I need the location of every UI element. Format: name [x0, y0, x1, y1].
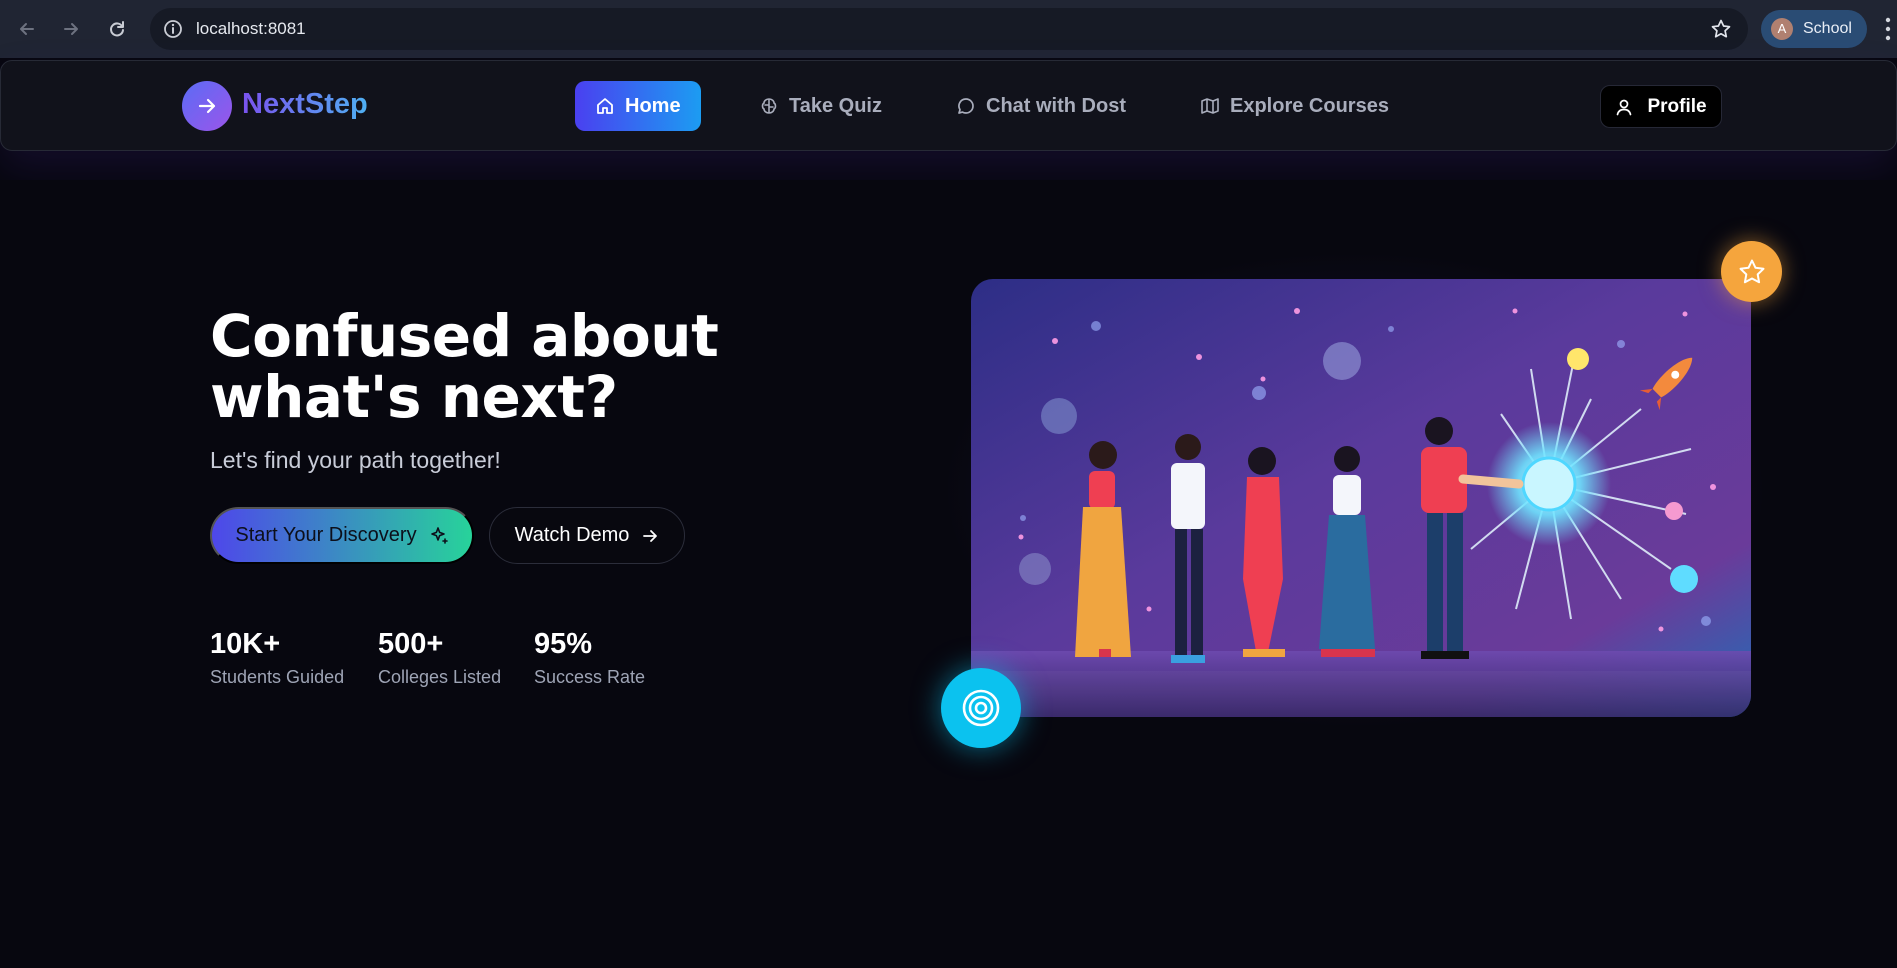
forward-button[interactable] — [56, 14, 86, 44]
stat-label: Colleges Listed — [378, 667, 502, 687]
profile-button[interactable]: Profile — [1600, 85, 1722, 128]
browser-profile-chip[interactable]: A School — [1761, 10, 1867, 48]
hero-title-line-2: what's next? — [210, 363, 618, 431]
nav-home[interactable]: Home — [575, 81, 701, 131]
arrow-right-icon — [643, 529, 658, 542]
site-navbar: NextStep Home Take Quiz Chat with Dost E… — [0, 60, 1897, 151]
nav-explore-courses[interactable]: Explore Courses — [1200, 81, 1389, 131]
stat-colleges-listed: 500+ Colleges Listed — [378, 628, 501, 688]
site-info-icon[interactable] — [162, 18, 184, 40]
hero-title-line-1: Confused about — [210, 302, 719, 370]
reload-button[interactable] — [102, 14, 132, 44]
nav-chat-with-dost-label: Chat with Dost — [986, 94, 1126, 117]
avatar: A — [1771, 18, 1793, 40]
students-career-illustration — [971, 279, 1751, 717]
stat-value: 10K+ — [210, 628, 281, 660]
target-icon — [962, 689, 1000, 727]
map-icon — [1201, 98, 1219, 114]
brain-icon — [761, 98, 777, 114]
kebab-menu-icon[interactable] — [1883, 16, 1893, 42]
stat-label: Success Rate — [534, 667, 646, 687]
nav-home-label: Home — [625, 94, 681, 117]
arrow-left-icon — [20, 23, 34, 35]
address-bar[interactable]: localhost:8081 — [150, 8, 1748, 50]
arrow-right-icon — [64, 23, 78, 35]
nav-chat-with-dost[interactable]: Chat with Dost — [956, 81, 1126, 131]
chat-bubble-icon — [958, 98, 974, 114]
nav-take-quiz[interactable]: Take Quiz — [759, 81, 882, 131]
target-badge — [941, 668, 1021, 748]
profile-button-label: Profile — [1647, 95, 1707, 117]
logo-text[interactable]: NextStep — [242, 88, 368, 121]
logo-mark[interactable] — [182, 81, 232, 131]
bookmark-star-icon[interactable] — [1710, 18, 1732, 40]
watch-demo-label: Watch Demo — [514, 524, 630, 546]
nav-take-quiz-label: Take Quiz — [789, 94, 882, 117]
start-discovery-label: Start Your Discovery — [235, 524, 417, 546]
stat-value: 95% — [534, 628, 593, 660]
back-button[interactable] — [12, 14, 42, 44]
user-icon — [1617, 99, 1632, 115]
hero-title: Confused about what's next? — [210, 306, 770, 428]
star-badge — [1721, 241, 1782, 302]
stat-success-rate: 95% Success Rate — [534, 628, 645, 688]
url-text[interactable]: localhost:8081 — [196, 19, 306, 39]
stat-label: Students Guided — [210, 667, 345, 687]
browser-toolbar: localhost:8081 A School — [0, 0, 1897, 58]
reload-icon — [110, 21, 124, 37]
watch-demo-button[interactable]: Watch Demo — [489, 507, 685, 564]
nav-explore-courses-label: Explore Courses — [1230, 94, 1389, 117]
stat-students-guided: 10K+ Students Guided — [210, 628, 344, 688]
sparkles-icon — [430, 526, 448, 544]
stat-value: 500+ — [378, 628, 444, 660]
profile-chip-label: School — [1803, 20, 1852, 37]
hero-subtitle: Let's find your path together! — [210, 447, 501, 473]
hero-illustration — [971, 279, 1751, 717]
start-discovery-button[interactable]: Start Your Discovery — [210, 507, 474, 564]
home-icon — [597, 98, 613, 114]
star-icon — [1739, 259, 1764, 283]
arrow-right-icon — [198, 98, 216, 114]
